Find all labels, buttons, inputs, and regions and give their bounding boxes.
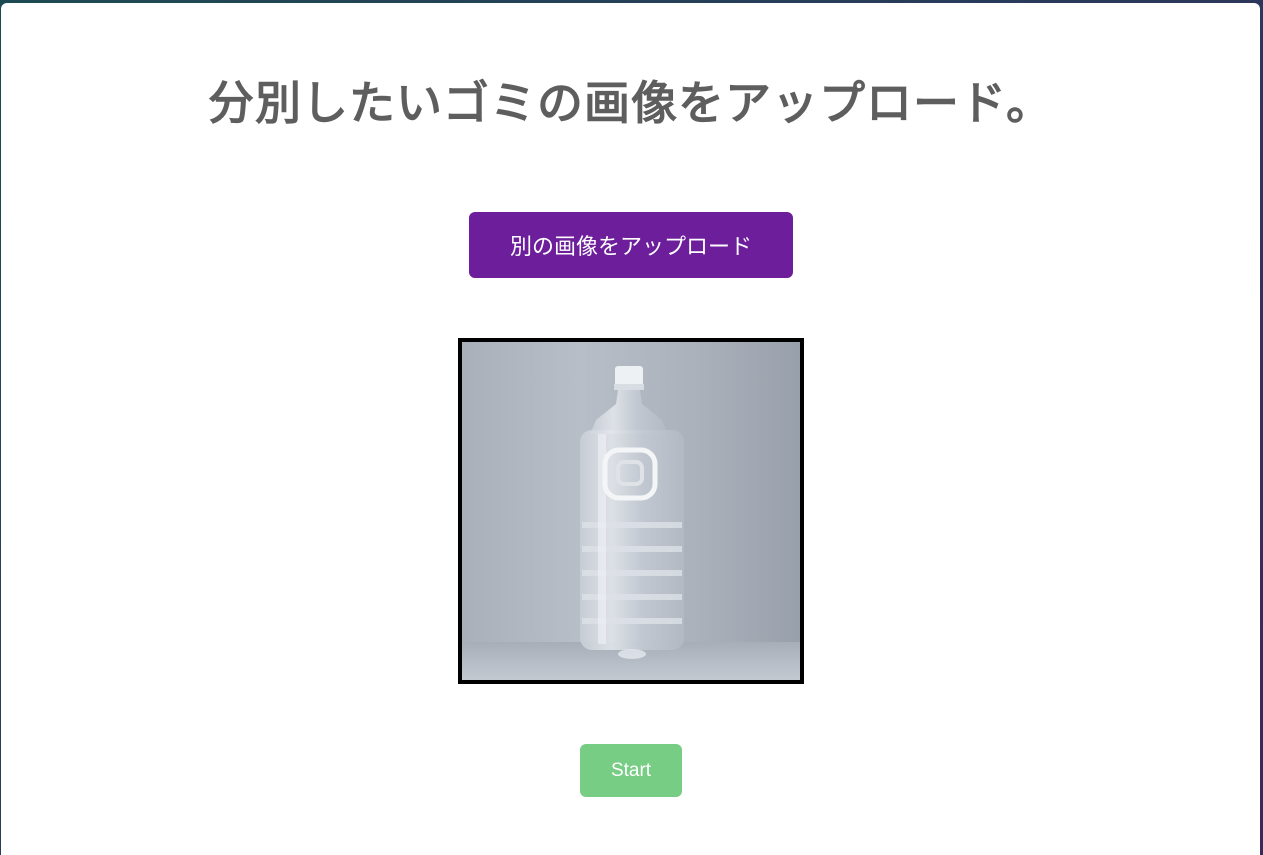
uploaded-image-preview [458, 338, 804, 684]
plastic-bottle-image [462, 342, 800, 680]
upload-another-image-button[interactable]: 別の画像をアップロード [469, 212, 793, 278]
start-button[interactable]: Start [580, 744, 682, 797]
main-card: 分別したいゴミの画像をアップロード。 別の画像をアップロード Start [1, 3, 1260, 855]
page-title: 分別したいゴミの画像をアップロード。 [207, 76, 1054, 130]
